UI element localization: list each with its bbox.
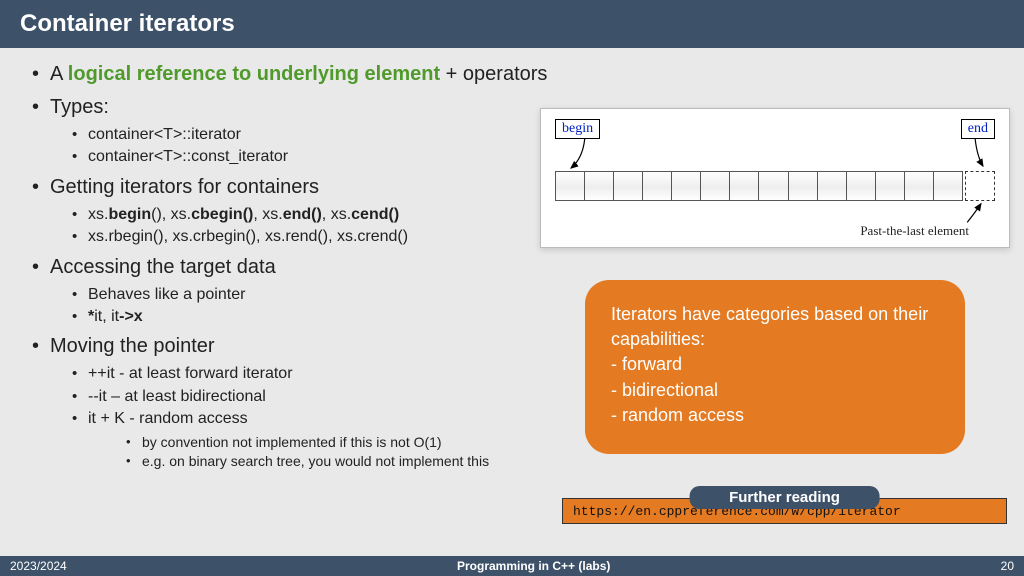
footer-course: Programming in C++ (labs) [457, 559, 610, 573]
bullet-intro: A logical reference to underlying elemen… [28, 60, 1004, 89]
diagram-cell [875, 171, 905, 201]
diagram-cell [555, 171, 585, 201]
callout-line: - bidirectional [611, 378, 939, 403]
diagram-past-label: Past-the-last element [860, 223, 969, 239]
categories-callout: Iterators have categories based on their… [585, 280, 965, 454]
diagram-cell [933, 171, 963, 201]
diagram-cell [846, 171, 876, 201]
moving-note: e.g. on binary search tree, you would no… [88, 452, 1004, 472]
iterator-diagram: begin end Past-the-last element [540, 108, 1010, 248]
diagram-cell [817, 171, 847, 201]
callout-line: - random access [611, 403, 939, 428]
green-phrase: logical reference to underlying element [68, 63, 440, 85]
diagram-cell [700, 171, 730, 201]
diagram-cell [584, 171, 614, 201]
footer-page: 20 [1001, 559, 1014, 573]
footer-year: 2023/2024 [10, 559, 67, 573]
footer-bar: 2023/2024 Programming in C++ (labs) 20 [0, 556, 1024, 576]
diagram-cells [555, 171, 995, 201]
slide-title: Container iterators [20, 10, 235, 38]
diagram-cell [904, 171, 934, 201]
diagram-cell [729, 171, 759, 201]
diagram-cell [788, 171, 818, 201]
further-reading: https://en.cppreference.com/w/cpp/iterat… [562, 498, 1007, 524]
diagram-cell [613, 171, 643, 201]
diagram-cell [671, 171, 701, 201]
callout-line: Iterators have categories based on their… [611, 302, 939, 352]
callout-line: - forward [611, 352, 939, 377]
further-reading-label: Further reading [689, 486, 880, 509]
diagram-cell [758, 171, 788, 201]
title-bar: Container iterators [0, 0, 1024, 48]
diagram-ghost-cell [965, 171, 995, 201]
diagram-cell [642, 171, 672, 201]
